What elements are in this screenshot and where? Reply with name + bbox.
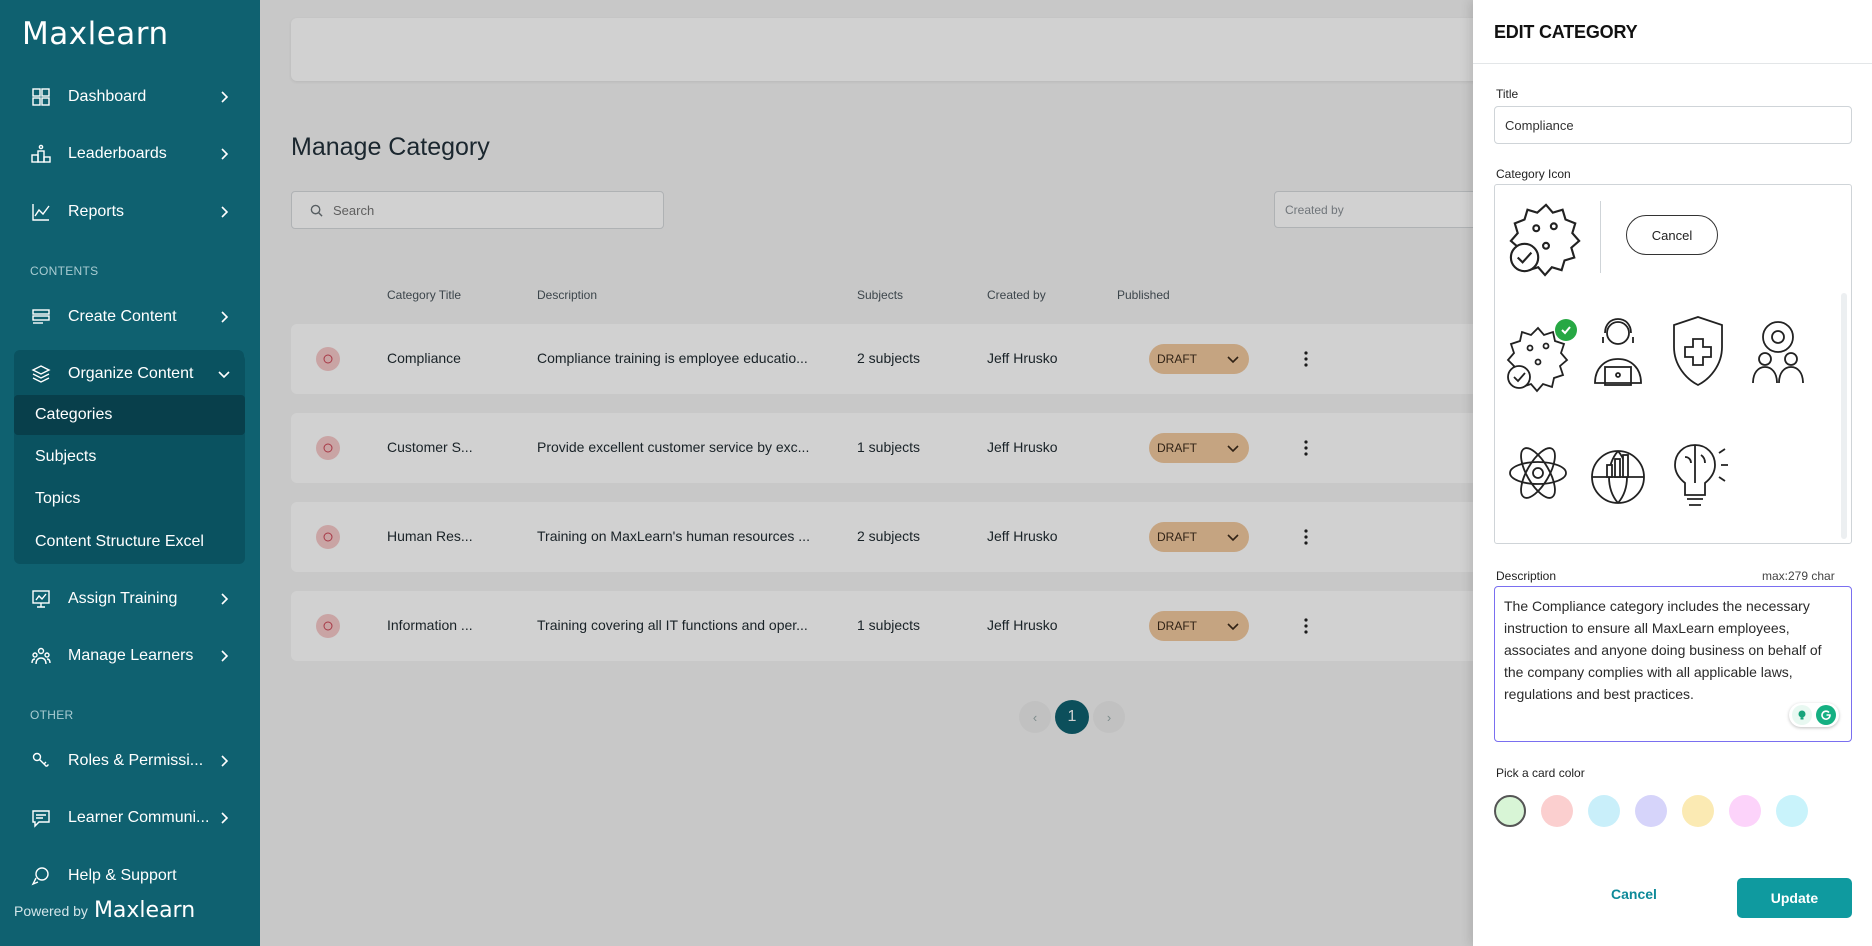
description-max-chars: max:279 char xyxy=(1762,569,1835,583)
maxlearn-logo[interactable]: Maxlearn xyxy=(22,16,169,52)
sidebar-item-label: Dashboard xyxy=(68,88,147,105)
icon-picker-scrollbar[interactable] xyxy=(1841,293,1847,539)
people-group-icon xyxy=(30,645,52,667)
sidebar-item-reports[interactable]: Reports xyxy=(14,188,244,236)
chevron-right-icon xyxy=(221,91,229,103)
description-textarea[interactable]: The Compliance category includes the nec… xyxy=(1494,586,1852,742)
chevron-right-icon xyxy=(221,311,229,323)
edit-category-drawer: EDIT CATEGORY Title Category Icon Cancel xyxy=(1473,0,1872,946)
color-swatch-magenta[interactable] xyxy=(1729,795,1761,827)
sidebar-item-leaderboards[interactable]: Leaderboards xyxy=(14,130,244,178)
compliance-badge-icon xyxy=(1509,203,1581,277)
sidebar-item-dashboard[interactable]: Dashboard xyxy=(14,73,244,121)
key-hand-icon xyxy=(30,750,52,772)
selected-check-icon xyxy=(1555,319,1577,341)
sidebar-item-label: Leaderboards xyxy=(68,145,167,162)
support-agent-icon[interactable] xyxy=(1585,311,1651,391)
sidebar-item-label: Assign Training xyxy=(68,590,178,607)
chevron-right-icon xyxy=(221,755,229,767)
powered-by: Powered by Maxlearn xyxy=(14,898,195,923)
description-label: Description xyxy=(1496,569,1557,583)
chevron-right-icon xyxy=(221,148,229,160)
powered-by-text: Powered by xyxy=(14,902,88,919)
title-label: Title xyxy=(1496,87,1519,101)
color-swatch-pink[interactable] xyxy=(1541,795,1573,827)
color-swatch-cyan[interactable] xyxy=(1776,795,1808,827)
sidebar-item-label: Reports xyxy=(68,203,125,220)
medical-shield-icon[interactable] xyxy=(1665,311,1731,391)
sidebar-item-help-support[interactable]: Help & Support xyxy=(14,852,244,900)
category-icon-picker: Cancel xyxy=(1494,184,1852,544)
category-icon-label: Category Icon xyxy=(1496,167,1571,181)
sidebar-item-label: Help & Support xyxy=(68,867,177,884)
sidebar-item-label: Learner Communi... xyxy=(68,809,210,826)
global-growth-icon[interactable] xyxy=(1585,435,1651,515)
line-chart-icon xyxy=(30,201,52,223)
drawer-divider xyxy=(1473,63,1872,64)
update-button[interactable]: Update xyxy=(1737,878,1852,918)
color-swatch-blue[interactable] xyxy=(1588,795,1620,827)
section-label-other: OTHER xyxy=(30,708,74,722)
maxlearn-footer-logo: Maxlearn xyxy=(93,898,196,923)
chevron-right-icon xyxy=(221,593,229,605)
presentation-board-icon xyxy=(30,588,52,610)
help-chat-icon xyxy=(30,865,52,887)
sidebar-item-label: Roles & Permissi... xyxy=(68,752,204,769)
atom-icon[interactable] xyxy=(1505,435,1571,515)
drawer-title: EDIT CATEGORY xyxy=(1494,22,1638,42)
color-swatch-lavender[interactable] xyxy=(1635,795,1667,827)
grammar-assistant[interactable] xyxy=(1789,703,1839,727)
bulb-icon[interactable] xyxy=(1792,705,1812,725)
create-content-icon xyxy=(30,306,52,328)
team-gear-icon[interactable] xyxy=(1745,311,1811,391)
submenu-item-subjects[interactable]: Subjects xyxy=(14,437,245,477)
sidebar-item-manage-learners[interactable]: Manage Learners xyxy=(14,632,244,680)
cancel-button[interactable]: Cancel xyxy=(1611,886,1657,902)
icon-cancel-button[interactable]: Cancel xyxy=(1626,215,1718,255)
icon-divider xyxy=(1600,201,1601,273)
chevron-right-icon xyxy=(221,650,229,662)
sidebar-item-organize-content[interactable]: Organize Content xyxy=(14,350,244,398)
chevron-down-icon xyxy=(218,371,230,379)
brain-idea-icon[interactable] xyxy=(1665,435,1731,515)
title-input[interactable] xyxy=(1494,106,1852,144)
sidebar-item-label: Organize Content xyxy=(68,365,194,382)
sidebar: Maxlearn Dashboard Leaderboards Reports … xyxy=(0,0,260,946)
sidebar-item-roles-permissions[interactable]: Roles & Permissi... xyxy=(14,737,244,785)
description-text: The Compliance category includes the nec… xyxy=(1504,598,1822,702)
color-swatch-green[interactable] xyxy=(1494,795,1526,827)
color-swatch-yellow[interactable] xyxy=(1682,795,1714,827)
podium-icon xyxy=(30,143,52,165)
grammarly-icon[interactable] xyxy=(1816,705,1836,725)
card-color-label: Pick a card color xyxy=(1496,766,1585,780)
sidebar-item-label: Create Content xyxy=(68,308,177,325)
sidebar-item-learner-community[interactable]: Learner Communi... xyxy=(14,794,244,842)
section-label-contents: CONTENTS xyxy=(30,264,99,278)
submenu-item-content-structure-excel[interactable]: Content Structure Excel xyxy=(14,522,245,562)
dashboard-grid-icon xyxy=(30,86,52,108)
sidebar-item-assign-training[interactable]: Assign Training xyxy=(14,575,244,623)
card-color-swatches xyxy=(1494,795,1808,827)
sidebar-item-label: Manage Learners xyxy=(68,647,194,664)
sidebar-item-create-content[interactable]: Create Content xyxy=(14,293,244,341)
submenu-item-topics[interactable]: Topics xyxy=(14,479,245,519)
chevron-right-icon xyxy=(221,206,229,218)
layers-icon xyxy=(30,363,52,385)
submenu-item-categories[interactable]: Categories xyxy=(14,395,245,435)
chevron-right-icon xyxy=(221,812,229,824)
chat-icon xyxy=(30,807,52,829)
